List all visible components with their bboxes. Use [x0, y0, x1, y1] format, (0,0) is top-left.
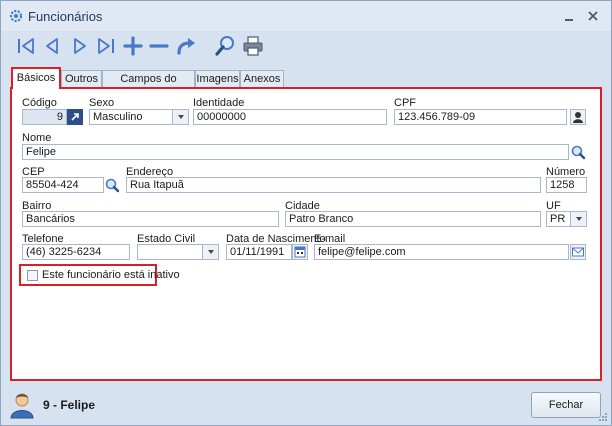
cep-field[interactable]: 85504-424: [22, 177, 104, 193]
inactive-option: Este funcionário está inativo: [19, 264, 180, 286]
last-record-icon[interactable]: [93, 33, 119, 59]
app-gear-icon: [9, 9, 23, 23]
funcionarios-window: Funcionários Básicos Outros Campos do Im…: [0, 0, 612, 426]
identidade-label: Identidade: [193, 97, 245, 109]
cpf-field[interactable]: 123.456.789-09: [394, 109, 567, 125]
close-window-icon[interactable]: [585, 8, 601, 24]
tab-label: Anexos: [243, 73, 281, 85]
open-record-icon[interactable]: [67, 109, 83, 125]
fechar-button[interactable]: Fechar: [531, 392, 601, 418]
print-icon[interactable]: [240, 33, 266, 59]
status-bar: 9 - Felipe Fechar: [1, 385, 611, 425]
search-icon[interactable]: [212, 33, 238, 59]
tab-label: Imagens: [196, 73, 239, 85]
endereco-field[interactable]: Rua Itapuã: [126, 177, 541, 193]
title-bar: Funcionários: [1, 1, 611, 31]
identidade-field[interactable]: 00000000: [193, 109, 387, 125]
tab-label: Básicos: [16, 72, 56, 84]
email-field[interactable]: felipe@felipe.com: [314, 244, 569, 260]
tab-anexos[interactable]: Anexos: [240, 70, 284, 88]
sexo-label: Sexo: [89, 97, 115, 109]
tab-campos-do-usuario[interactable]: Campos do Usuário: [102, 70, 195, 101]
nascimento-field[interactable]: 01/11/1991: [226, 244, 292, 260]
current-record-label: 9 - Felipe: [43, 398, 96, 412]
inactive-checkbox-label: Este funcionário está inativo: [42, 269, 180, 281]
inactive-checkbox[interactable]: [27, 270, 38, 281]
tab-basicos[interactable]: Básicos: [11, 67, 61, 89]
send-email-icon[interactable]: [570, 244, 586, 260]
sexo-select[interactable]: Masculino: [89, 109, 173, 125]
minimize-icon[interactable]: [561, 8, 577, 24]
estado-civil-dropdown-icon[interactable]: [203, 244, 219, 260]
first-record-icon[interactable]: [13, 33, 39, 59]
add-record-icon[interactable]: [120, 33, 146, 59]
calendar-icon[interactable]: [292, 244, 308, 260]
remove-record-icon[interactable]: [146, 33, 172, 59]
numero-field[interactable]: 1258: [546, 177, 587, 193]
codigo-label: Código: [22, 97, 57, 109]
user-avatar-icon: [10, 393, 34, 419]
telefone-field[interactable]: (46) 3225-6234: [22, 244, 130, 260]
estado-civil-select[interactable]: [137, 244, 203, 260]
nome-field[interactable]: Felipe: [22, 144, 569, 160]
window-title: Funcionários: [28, 9, 103, 24]
uf-dropdown-icon[interactable]: [571, 211, 587, 227]
person-lookup-icon[interactable]: [570, 109, 586, 125]
nome-search-icon[interactable]: [570, 144, 586, 160]
sexo-dropdown-icon[interactable]: [173, 109, 189, 125]
uf-select[interactable]: PR: [546, 211, 571, 227]
cpf-label: CPF: [394, 97, 416, 109]
resize-grip-icon[interactable]: [598, 412, 608, 422]
undo-icon[interactable]: [173, 33, 199, 59]
codigo-field[interactable]: 9: [22, 109, 67, 125]
tab-label: Outros: [64, 73, 98, 85]
tab-imagens[interactable]: Imagens: [195, 70, 240, 88]
nome-label: Nome: [22, 132, 52, 144]
cep-search-icon[interactable]: [104, 177, 120, 193]
record-toolbar: [9, 33, 309, 61]
tab-outros[interactable]: Outros: [61, 70, 102, 88]
cidade-field[interactable]: Patro Branco: [285, 211, 541, 227]
next-record-icon[interactable]: [67, 33, 93, 59]
previous-record-icon[interactable]: [39, 33, 65, 59]
bairro-field[interactable]: Bancários: [22, 211, 279, 227]
